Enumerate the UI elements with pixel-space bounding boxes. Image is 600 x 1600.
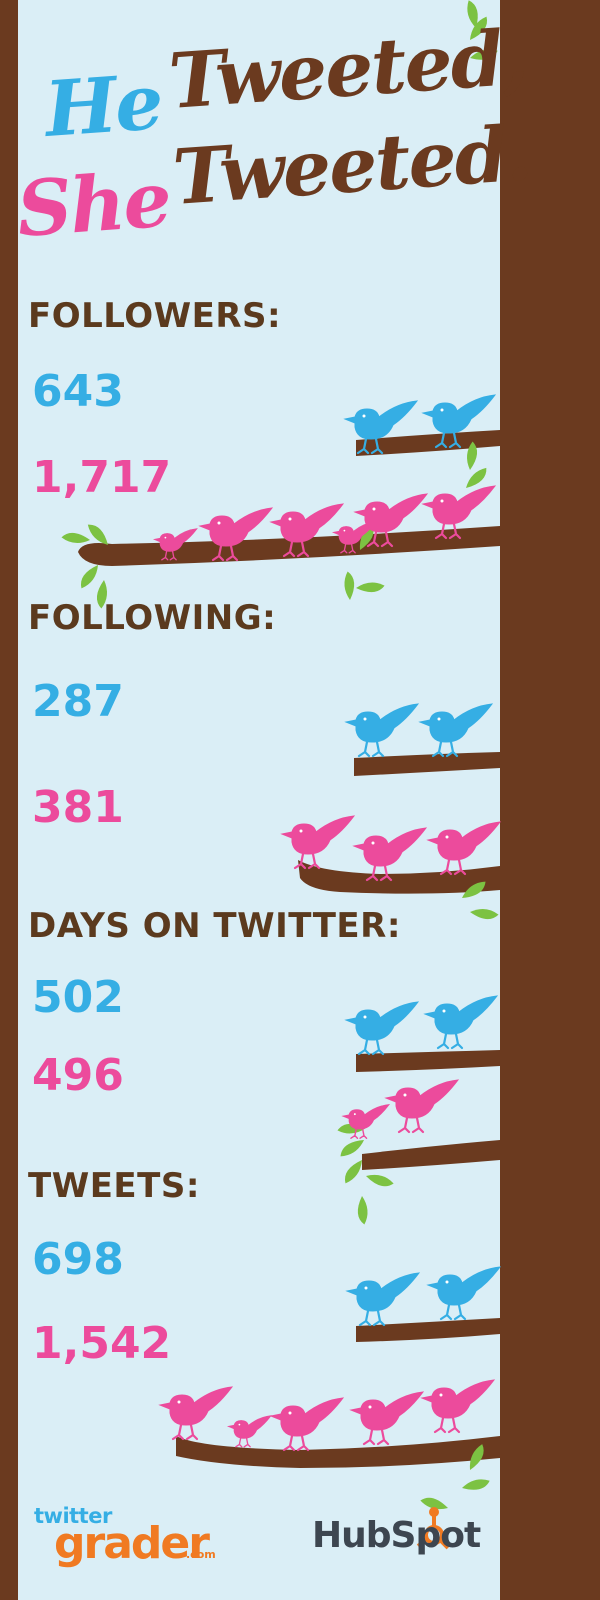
following-label: FOLLOWING: (28, 598, 277, 638)
followers-she-value: 1,717 (32, 452, 172, 503)
hubspot-logo: HubSpot (312, 1515, 481, 1556)
bird-icon (349, 1390, 425, 1446)
bird-icon (344, 702, 420, 758)
bird-icon (227, 1414, 272, 1448)
bird-icon (280, 814, 356, 870)
days-on-twitter-label: DAYS ON TWITTER: (28, 906, 401, 946)
bird-icon (426, 820, 502, 876)
tweets-label: TWEETS: (28, 1166, 200, 1206)
leaf-icon (355, 576, 385, 598)
followers-label: FOLLOWERS: (28, 296, 282, 336)
following-he-value: 287 (32, 676, 124, 727)
bird-icon (423, 994, 499, 1050)
title-she: She (14, 154, 173, 254)
twitter-grader-logo-main: grader (54, 1518, 210, 1569)
days-he-value: 502 (32, 972, 124, 1023)
title-tweeted-second: Tweeted. (170, 108, 533, 222)
bird-icon (344, 1000, 420, 1056)
leaf-icon (461, 1475, 490, 1493)
leaf-icon (365, 1166, 394, 1193)
branch-days-he (356, 1050, 500, 1072)
branch-tweets-she (176, 1436, 500, 1468)
infographic: He Tweeted, She Tweeted. FOLLOWERS: 643 … (0, 0, 600, 1600)
leaf-icon (338, 1139, 367, 1157)
bird-icon (158, 1385, 234, 1441)
title-he: He (42, 57, 165, 154)
branch-days-she (362, 1140, 500, 1170)
tweets-he-value: 698 (32, 1234, 124, 1285)
bird-icon (420, 1378, 496, 1434)
days-she-value: 496 (32, 1050, 124, 1101)
tweets-she-value: 1,542 (32, 1318, 172, 1369)
title-tweeted-first: Tweeted, (166, 12, 529, 126)
following-she-value: 381 (32, 782, 124, 833)
bird-icon (384, 1078, 460, 1134)
leaf-icon (352, 1195, 374, 1225)
leaf-icon (461, 467, 491, 489)
bird-icon (352, 826, 428, 882)
branch-following-he (354, 752, 500, 776)
bird-icon (345, 1271, 421, 1327)
leaf-icon (469, 901, 499, 926)
bird-icon (426, 1265, 502, 1321)
leaf-icon (75, 564, 105, 589)
leaf-icon (338, 571, 360, 601)
bird-icon (269, 1396, 345, 1452)
bird-icon (418, 702, 494, 758)
twitter-grader-logo-suffix: .com (186, 1548, 216, 1561)
followers-he-value: 643 (32, 366, 124, 417)
